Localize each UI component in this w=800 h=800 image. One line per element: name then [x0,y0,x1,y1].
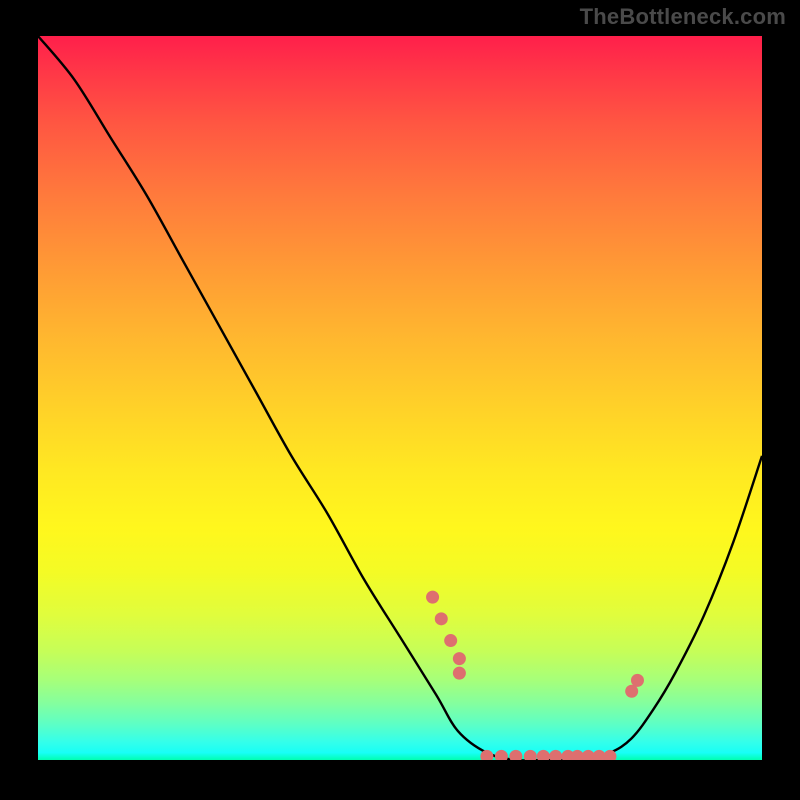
data-marker [444,634,457,647]
data-marker [509,750,522,760]
data-marker [435,612,448,625]
data-marker [453,652,466,665]
data-marker [426,591,439,604]
chart-frame: TheBottleneck.com [0,0,800,800]
curve-layer [38,36,762,760]
watermark-text: TheBottleneck.com [580,4,786,30]
data-marker [453,667,466,680]
data-marker [537,750,550,760]
bottleneck-curve [38,36,762,760]
data-marker [495,750,508,760]
data-marker [631,674,644,687]
data-marker [549,750,562,760]
data-marker [524,750,537,760]
plot-area [38,36,762,760]
marker-group [426,591,644,760]
